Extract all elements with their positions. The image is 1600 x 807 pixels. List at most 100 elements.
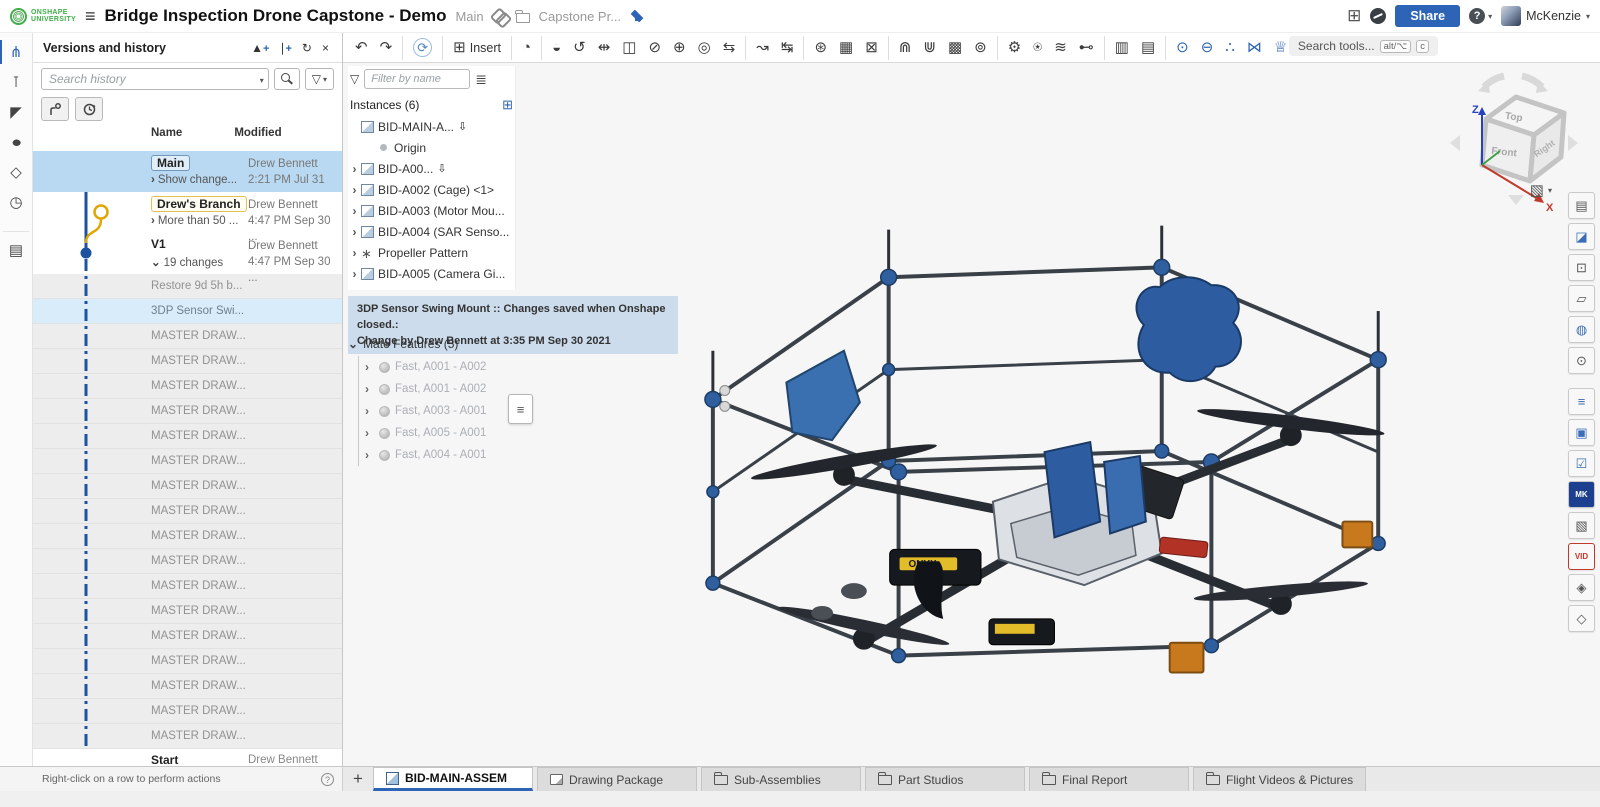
chevron-right-icon[interactable]: ›: [365, 382, 379, 396]
cylindrical-mate-icon[interactable]: ⊘: [642, 36, 667, 60]
linear-pattern-icon[interactable]: ▩: [942, 36, 968, 60]
instance-bid-a002[interactable]: › BID-A002 (Cage) <1>: [348, 179, 515, 200]
help-menu[interactable]: ? ▾: [1469, 8, 1492, 24]
search-button[interactable]: [274, 68, 300, 90]
feedback-globe-icon[interactable]: [1370, 8, 1386, 24]
instance-bid-a003[interactable]: › BID-A003 (Motor Mou...: [348, 200, 515, 221]
bom-icon[interactable]: ▤: [1135, 36, 1161, 60]
capture-icon[interactable]: ⊙: [1568, 347, 1595, 374]
comments-icon[interactable]: ●: [0, 127, 37, 157]
history-entry-row[interactable]: MASTER DRAW...: [33, 599, 342, 624]
derived-parts-icon[interactable]: ⊡: [1568, 254, 1595, 281]
section-view-icon[interactable]: ⊠: [859, 36, 884, 60]
bom-rail-icon[interactable]: ▤: [3, 231, 29, 265]
redo-icon[interactable]: ↷: [374, 36, 399, 60]
avatar[interactable]: [1501, 6, 1521, 26]
Main[interactable]: Main ›Show change... Drew Bennett2:21 PM…: [33, 151, 342, 192]
eraser-tool-icon[interactable]: ▱: [1568, 285, 1595, 312]
appearance-icon[interactable]: ∴: [1219, 36, 1241, 60]
workspace-name[interactable]: Main: [455, 9, 483, 24]
chevron-right-icon[interactable]: ›: [365, 448, 379, 462]
insert-button[interactable]: ⊞ Insert: [442, 36, 507, 60]
video-badge-icon[interactable]: VID: [1568, 543, 1595, 570]
copies-icon[interactable]: ▣: [1568, 419, 1595, 446]
list-panel-icon[interactable]: ≡: [1568, 388, 1595, 415]
snap-mode-icon[interactable]: ↝: [745, 36, 775, 60]
history-entry-row[interactable]: MASTER DRAW...: [33, 674, 342, 699]
update-available-icon[interactable]: ⇩: [458, 120, 467, 133]
sync-update-icon[interactable]: ⟳: [402, 36, 438, 60]
chevron-right-icon[interactable]: ›: [365, 360, 379, 374]
filter-button[interactable]: ▽▾: [305, 68, 334, 90]
create-drawing-icon[interactable]: ▥: [1104, 36, 1135, 60]
mate-feature-row[interactable]: › Fast, A001 - A002: [365, 356, 558, 378]
filter-icon[interactable]: ▽: [350, 72, 359, 86]
revolute-mate-icon[interactable]: ↺: [567, 36, 592, 60]
instance-origin[interactable]: Origin: [348, 137, 515, 158]
Drew's Branch[interactable]: Drew's Branch ›More than 50 ... Drew Ben…: [33, 192, 342, 233]
cube-viewer-icon[interactable]: ▧: [1568, 512, 1595, 539]
search-history-input[interactable]: [41, 68, 269, 90]
group-icon[interactable]: ⋒: [888, 36, 918, 60]
branch-view-toggle[interactable]: [41, 97, 69, 121]
layers-icon[interactable]: ◈: [1568, 574, 1595, 601]
drone-model[interactable]: ONYX: [695, 223, 1410, 695]
learning-center-icon[interactable]: [630, 10, 646, 22]
history-entry-row[interactable]: MASTER DRAW...: [33, 474, 342, 499]
screw-relation-icon[interactable]: ≋: [1048, 36, 1073, 60]
versions-history-icon[interactable]: ⋔: [0, 37, 33, 67]
history-entry-row[interactable]: MASTER DRAW...: [33, 624, 342, 649]
hamburger-menu-icon[interactable]: ≡: [85, 6, 96, 27]
filter-by-name-input[interactable]: [364, 69, 470, 89]
add-tab-button[interactable]: +: [343, 767, 373, 791]
project-name[interactable]: Capstone Pr...: [539, 9, 621, 24]
close-panel-icon[interactable]: ×: [317, 39, 334, 57]
link-icon[interactable]: [493, 9, 507, 23]
exploded-view-icon[interactable]: ⊙: [1165, 36, 1195, 60]
revert-history-icon[interactable]: ◔: [511, 36, 537, 60]
history-entry-row[interactable]: MASTER DRAW...: [33, 424, 342, 449]
interference-icon[interactable]: ⋈: [1241, 36, 1268, 60]
history-entry-row[interactable]: MASTER DRAW...: [33, 549, 342, 574]
bom-panel-icon[interactable]: ▤: [1568, 192, 1595, 219]
V1[interactable]: V1 ⌄19 changes Drew Bennett4:47 PM Sep 3…: [33, 233, 342, 274]
view-cube[interactable]: Top Front Right Z X: [1438, 63, 1588, 213]
instance-bid-a001[interactable]: › BID-A00... ⇩: [348, 158, 515, 179]
help-icon[interactable]: ?: [1469, 8, 1485, 24]
tab-drawing-package[interactable]: Drawing Package: [537, 767, 697, 791]
view-options-dropdown[interactable]: ▧ ▾: [1530, 181, 1552, 199]
tab-final-report[interactable]: Final Report: [1029, 767, 1189, 791]
instance-bid-main[interactable]: BID-MAIN-A... ⇩: [348, 116, 515, 137]
history-entry-row[interactable]: MASTER DRAW...: [33, 399, 342, 424]
restore-toggle[interactable]: [75, 97, 103, 121]
panel-collapse-handle[interactable]: ≡: [508, 394, 533, 424]
update-available-icon[interactable]: ⇩: [437, 162, 446, 175]
undo-icon[interactable]: ↶: [349, 36, 374, 60]
named-positions-icon[interactable]: ▦: [833, 36, 859, 60]
insert-instance-icon[interactable]: ⊞: [502, 97, 513, 113]
list-view-icon[interactable]: ≣: [475, 71, 487, 88]
mate-features-header[interactable]: ⌄ Mate Features (5): [348, 337, 558, 351]
tab-flight-videos[interactable]: Flight Videos & Pictures: [1193, 767, 1366, 791]
measure-icon[interactable]: ↹: [775, 36, 800, 60]
history-entry-row[interactable]: MASTER DRAW...: [33, 699, 342, 724]
instance-propeller-pattern[interactable]: › Propeller Pattern: [348, 242, 515, 263]
tab-part-studios[interactable]: Part Studios: [865, 767, 1025, 791]
mk-extension-icon[interactable]: MK: [1568, 481, 1595, 508]
pin-slot-mate-icon[interactable]: ⊕: [667, 36, 692, 60]
share-button[interactable]: Share: [1395, 5, 1460, 27]
performance-icon[interactable]: ◷: [0, 187, 33, 217]
history-entry-row[interactable]: MASTER DRAW...: [33, 449, 342, 474]
history-entry-row[interactable]: MASTER DRAW...: [33, 374, 342, 399]
create-branch-icon[interactable]: ∣+: [274, 39, 296, 57]
chevron-right-icon[interactable]: ›: [365, 404, 379, 418]
onshape-university-logo[interactable]: ONSHAPE UNIVERSITY: [10, 8, 76, 25]
configurations-icon[interactable]: ⊺: [0, 67, 33, 97]
display-states-icon[interactable]: ⊖: [1195, 36, 1220, 60]
planar-mate-icon[interactable]: ◫: [616, 36, 642, 60]
explode-icon[interactable]: ⊛: [803, 36, 833, 60]
mate-feature-row[interactable]: › Fast, A004 - A001: [365, 444, 558, 466]
app-store-grid-icon[interactable]: ⊞: [1347, 6, 1361, 26]
tab-sub-assemblies[interactable]: Sub-Assemblies: [701, 767, 861, 791]
compare-icon[interactable]: ↻: [297, 39, 317, 57]
